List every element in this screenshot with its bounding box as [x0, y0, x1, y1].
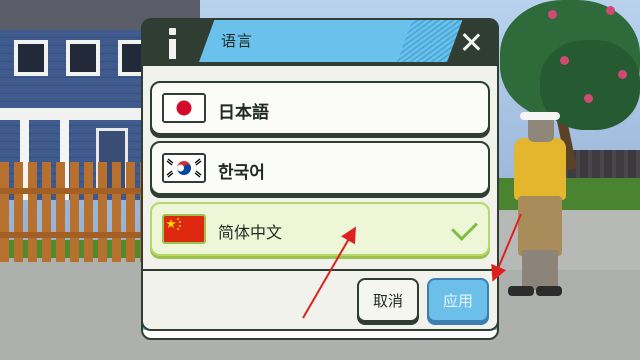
language-option-simplified-chinese[interactable]: 简体中文 — [150, 202, 490, 256]
player-character-shoe — [536, 286, 562, 296]
house-window — [66, 40, 100, 76]
south-korea-flag-icon — [162, 153, 206, 183]
tree-blossom — [584, 94, 593, 103]
language-dialog: 语言 日本語 한국어 简体中文 取消 应用 — [141, 18, 499, 340]
dialog-header: 语言 — [141, 18, 499, 66]
cancel-button[interactable]: 取消 — [357, 278, 419, 322]
apply-button[interactable]: 应用 — [427, 278, 489, 322]
footer-divider — [143, 269, 497, 271]
language-label: 한국어 — [218, 163, 265, 183]
player-character-pants — [518, 196, 562, 256]
fence-rail — [0, 188, 150, 194]
wooden-fence — [0, 162, 150, 262]
tree-blossom — [618, 70, 627, 79]
title-band-hatch — [397, 20, 463, 62]
info-icon — [161, 28, 185, 60]
fence-rail — [0, 232, 150, 238]
language-label: 简体中文 — [218, 223, 283, 242]
sidewalk-right — [490, 210, 640, 270]
china-flag-icon — [162, 214, 206, 244]
language-option-japanese[interactable]: 日本語 — [150, 81, 490, 135]
japan-flag-icon — [162, 93, 206, 123]
player-character-shirt — [514, 138, 566, 200]
tree-blossom — [548, 10, 557, 19]
player-character-visor — [520, 112, 560, 120]
porch-roof — [0, 108, 150, 120]
checkmark-icon — [451, 214, 478, 241]
house-window — [14, 40, 48, 76]
language-label: 日本語 — [218, 103, 269, 123]
player-character-leg — [540, 250, 558, 290]
dialog-title: 语言 — [221, 32, 254, 50]
player-character-shoe — [508, 286, 534, 296]
tree-blossom — [606, 6, 615, 15]
close-icon[interactable] — [459, 30, 483, 54]
tree-blossom — [560, 56, 569, 65]
language-option-korean[interactable]: 한국어 — [150, 141, 490, 195]
player-character-leg — [522, 250, 540, 290]
